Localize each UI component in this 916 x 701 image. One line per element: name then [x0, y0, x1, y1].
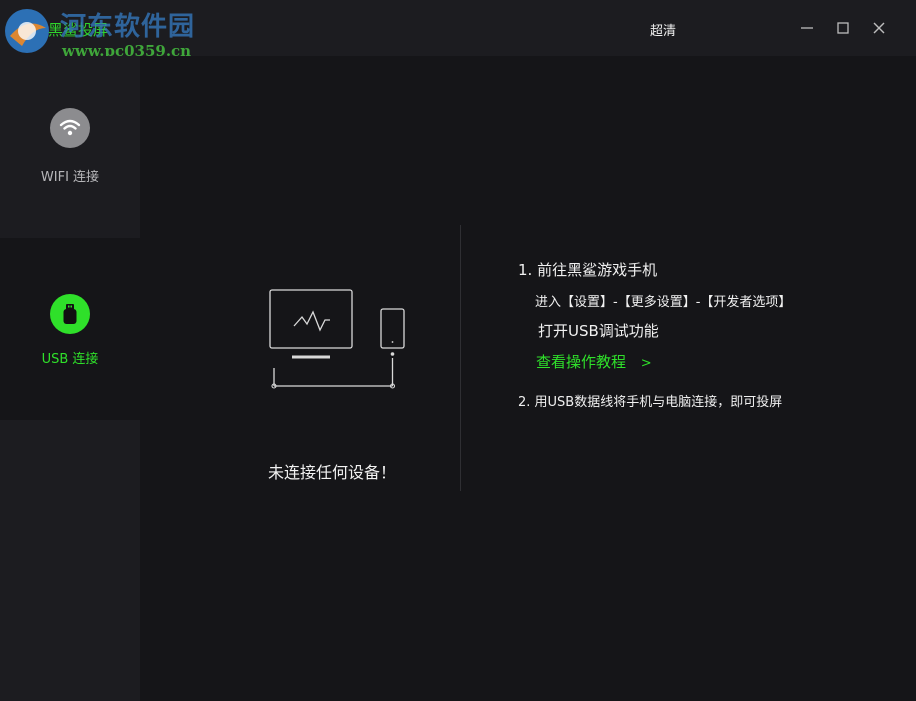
wifi-icon	[59, 119, 81, 136]
connection-status: 未连接任何设备！	[268, 463, 397, 482]
tutorial-link[interactable]: 查看操作教程 >	[536, 351, 652, 372]
step1-title: 1. 前往黑鲨游戏手机	[518, 261, 658, 279]
close-button[interactable]	[865, 14, 893, 42]
watermark-text: 河东软件园	[60, 12, 196, 42]
chevron-right-icon: >	[640, 356, 652, 371]
divider	[460, 225, 461, 491]
title-bar: 黑鲨投屏 河东软件园 www.pc0359.cn 超清	[0, 0, 916, 60]
watermark-logo-icon	[5, 9, 49, 53]
maximize-button[interactable]	[829, 14, 857, 42]
step1-action: 打开USB调试功能	[538, 322, 659, 340]
connection-illustration	[269, 289, 405, 389]
phone-icon	[380, 308, 405, 356]
usb-icon	[63, 304, 77, 324]
sidebar-item-label: USB 连接	[41, 352, 99, 367]
minimize-icon	[801, 27, 813, 29]
sidebar-item-wifi[interactable]: WIFI 连接	[0, 56, 140, 238]
sidebar: WIFI 连接 USB 连接	[0, 56, 140, 701]
maximize-icon	[837, 22, 849, 34]
cable-line	[271, 358, 396, 389]
step1-settings-path: 进入【设置】-【更多设置】-【开发者选项】	[535, 295, 792, 310]
minimize-button[interactable]	[793, 14, 821, 42]
quality-selector[interactable]: 超清	[650, 20, 676, 39]
sidebar-item-usb[interactable]: USB 连接	[0, 238, 140, 420]
monitor-icon	[269, 289, 353, 359]
tutorial-link-label: 查看操作教程	[536, 353, 627, 371]
sidebar-item-label: WIFI 连接	[40, 170, 100, 185]
close-icon	[873, 22, 885, 34]
step2-instruction: 2. 用USB数据线将手机与电脑连接，即可投屏	[518, 395, 783, 410]
